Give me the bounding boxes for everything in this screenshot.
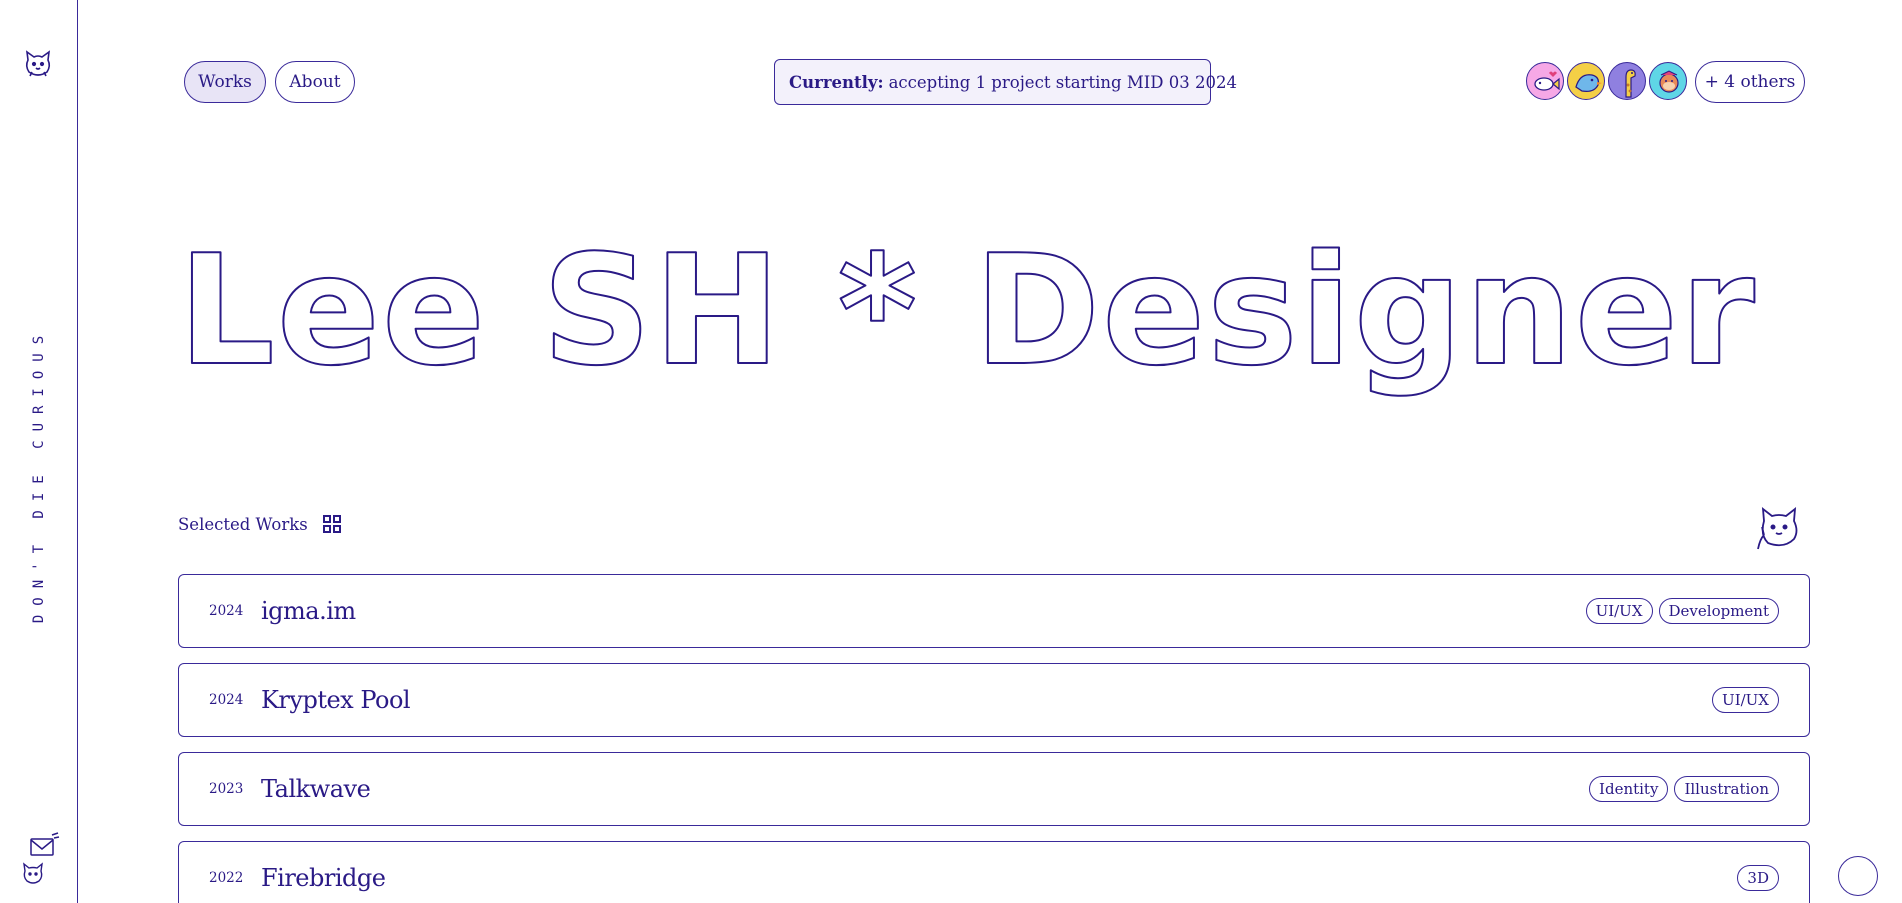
- giraffe-avatar[interactable]: [1608, 62, 1646, 100]
- sidebar: DON'T DIE CURIOUS: [0, 0, 78, 903]
- selected-works-label: Selected Works: [178, 514, 308, 534]
- work-row-firebridge[interactable]: 2022 Firebridge 3D: [178, 841, 1810, 903]
- work-tags: Identity Illustration: [1589, 776, 1779, 802]
- monkey-avatar[interactable]: [1649, 62, 1687, 100]
- tag-badge: UI/UX: [1585, 598, 1653, 624]
- nav-works-button[interactable]: Works: [184, 61, 266, 103]
- work-tags: 3D: [1737, 865, 1779, 891]
- availability-status: Currently: accepting 1 project starting …: [774, 59, 1237, 105]
- work-row-kryptex[interactable]: 2024 Kryptex Pool UI/UX: [178, 663, 1810, 737]
- work-year: 2023: [209, 781, 244, 797]
- status-prefix: Currently:: [789, 72, 884, 92]
- work-year: 2024: [209, 692, 244, 708]
- hero-marquee: Lee SH * Designer * Designer: [178, 215, 1810, 415]
- selected-works-header: Selected Works: [178, 514, 342, 534]
- work-year: 2022: [209, 870, 244, 886]
- work-title: igma.im: [261, 597, 356, 625]
- work-tags: UI/UX: [1712, 687, 1779, 713]
- work-row-talkwave[interactable]: 2023 Talkwave Identity Illustration: [178, 752, 1810, 826]
- tag-badge: 3D: [1737, 865, 1779, 891]
- grid-view-icon[interactable]: [322, 514, 342, 534]
- work-row-igma[interactable]: 2024 igma.im UI/UX Development: [178, 574, 1810, 648]
- tag-badge: Development: [1658, 598, 1779, 624]
- status-text: accepting 1 project starting MID 03 2024: [888, 72, 1237, 92]
- avatar-group: [1526, 62, 1687, 102]
- waving-cat-icon: [1757, 507, 1798, 550]
- work-tags: UI/UX Development: [1585, 598, 1779, 624]
- tag-badge: UI/UX: [1712, 687, 1779, 713]
- tag-badge: Identity: [1589, 776, 1669, 802]
- hero-marquee-text: Lee SH * Designer * Designer: [178, 222, 1810, 399]
- bird-avatar[interactable]: [1567, 62, 1605, 100]
- work-title: Firebridge: [261, 864, 386, 892]
- work-title: Talkwave: [261, 775, 371, 803]
- work-title: Kryptex Pool: [261, 686, 411, 714]
- work-year: 2024: [209, 603, 244, 619]
- tag-badge: Illustration: [1674, 776, 1779, 802]
- sidebar-tagline: DON'T DIE CURIOUS: [31, 326, 47, 624]
- nav-about-button[interactable]: About: [275, 61, 355, 103]
- others-button[interactable]: + 4 others: [1695, 61, 1805, 103]
- cat-logo-icon[interactable]: [22, 48, 54, 80]
- works-list: 2024 igma.im UI/UX Development 2024 Kryp…: [178, 574, 1810, 903]
- top-bar: Works About Currently: accepting 1 proje…: [182, 59, 1846, 105]
- floating-circle-button[interactable]: [1838, 856, 1878, 896]
- small-cat-icon: [23, 862, 43, 884]
- fish-avatar[interactable]: [1526, 62, 1564, 100]
- mail-icon[interactable]: [28, 832, 60, 860]
